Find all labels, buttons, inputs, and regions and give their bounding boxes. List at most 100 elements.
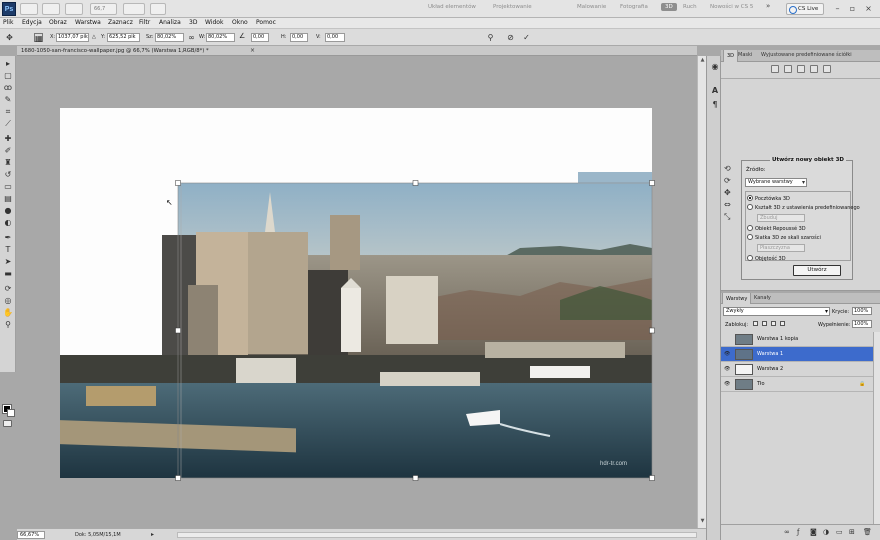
layer-row[interactable]: Warstwa 1 kopia — [721, 332, 873, 347]
layer-visibility-eye-icon[interactable]: 👁 — [724, 366, 730, 372]
radio-grayscale-mesh[interactable]: Siatka 3D ze skali szarości — [747, 234, 821, 241]
eraser-tool-icon[interactable]: ▭ — [3, 182, 13, 192]
3d-camera-icon[interactable] — [823, 65, 831, 73]
workspace-2[interactable]: Malowanie — [577, 4, 606, 10]
more-workspaces-button[interactable]: » — [766, 2, 770, 10]
tab-channels[interactable]: Kanały — [754, 295, 771, 301]
cancel-transform-icon[interactable]: ⊘ — [506, 33, 515, 42]
lock-position-icon[interactable] — [771, 321, 776, 326]
horizontal-skew-field[interactable]: 0,00 — [290, 33, 308, 42]
layer-visibility-eye-icon[interactable]: 👁 — [724, 351, 730, 357]
menu-5[interactable]: Filtr — [139, 19, 150, 26]
layer-row[interactable]: 👁 Warstwa 1 — [721, 347, 873, 362]
cs-live-button[interactable]: CS Live — [786, 3, 824, 15]
tab-presets[interactable]: Wyjustowane predefiniowane ściółki — [761, 52, 852, 58]
radio-volume[interactable]: Objętość 3D — [747, 255, 786, 262]
arrange-documents-button[interactable] — [123, 3, 145, 15]
tab-layers[interactable]: Warstwy — [722, 293, 752, 304]
3d-orbit-tool-icon[interactable]: ◎ — [3, 296, 13, 306]
close-icon[interactable]: × — [864, 4, 873, 13]
scroll-down-icon[interactable]: ▼ — [699, 518, 706, 525]
background-color-swatch[interactable] — [7, 409, 15, 417]
vertical-scrollbar[interactable]: ▲ ▼ — [697, 56, 706, 528]
3d-rotate-tool-icon[interactable]: ⟳ — [3, 284, 13, 294]
lasso-tool-icon[interactable]: ꝏ — [3, 83, 13, 93]
clone-stamp-tool-icon[interactable]: ♜ — [3, 158, 13, 168]
layer-style-icon[interactable]: ƒ — [797, 528, 799, 536]
source-select[interactable]: Wybrane warstwy — [745, 178, 807, 187]
status-zoom-field[interactable]: 66,67% — [17, 531, 45, 539]
radio-repousse[interactable]: Obiekt Repoussé 3D — [747, 225, 806, 232]
x-position-field[interactable]: 1037,07 pik — [56, 33, 89, 42]
character-panel-icon[interactable]: A — [710, 86, 720, 96]
vertical-skew-field[interactable]: 0,00 — [325, 33, 345, 42]
document-tab[interactable]: 1680-1050-san-francisco-wallpaper.jpg @ … — [17, 46, 697, 56]
3d-object-roll-icon[interactable]: ⟳ — [724, 176, 736, 186]
status-menu-arrow-icon[interactable]: ▸ — [151, 531, 154, 538]
history-brush-tool-icon[interactable]: ↺ — [3, 170, 13, 180]
y-position-field[interactable]: 625,52 pik — [107, 33, 140, 42]
adjustment-layer-icon[interactable]: ◑ — [823, 528, 829, 536]
menu-7[interactable]: 3D — [189, 19, 197, 26]
shape-tool-icon[interactable]: ▬ — [3, 269, 13, 279]
blur-tool-icon[interactable]: ● — [3, 206, 13, 216]
3d-panel-icon[interactable]: ◉ — [710, 62, 720, 72]
blend-mode-select[interactable]: Zwykły — [723, 307, 830, 316]
layer-row[interactable]: 👁 Warstwa 2 — [721, 362, 873, 377]
menu-4[interactable]: Zaznacz — [108, 19, 133, 26]
3d-lights-icon[interactable] — [810, 65, 818, 73]
move-tool-preset-icon[interactable]: ✥ — [5, 33, 14, 42]
marquee-tool-icon[interactable]: ▢ — [3, 71, 13, 81]
link-icon[interactable]: ∞ — [187, 33, 196, 42]
healing-brush-tool-icon[interactable]: ✚ — [3, 134, 13, 144]
menu-10[interactable]: Pomoc — [256, 19, 276, 26]
lock-pixels-icon[interactable] — [762, 321, 767, 326]
hand-tool-icon[interactable]: ✋ — [3, 308, 13, 318]
3d-mesh-icon[interactable] — [784, 65, 792, 73]
pen-tool-icon[interactable]: ✒ — [3, 233, 13, 243]
workspace-6[interactable]: Nowości w CS 5 — [710, 4, 753, 10]
tab-3d[interactable]: 3D — [723, 50, 739, 62]
3d-scene-icon[interactable] — [771, 65, 779, 73]
tab-masks[interactable]: Maski — [738, 52, 752, 58]
screen-mode-button[interactable] — [150, 3, 166, 15]
link-layers-icon[interactable]: ∞ — [784, 528, 790, 536]
3d-object-rotate-icon[interactable]: ⟲ — [724, 164, 736, 174]
dodge-tool-icon[interactable]: ◐ — [3, 218, 13, 228]
reference-point-icon[interactable]: ▦ — [34, 33, 43, 43]
gradient-tool-icon[interactable]: ▤ — [3, 194, 13, 204]
menu-3[interactable]: Warstwa — [75, 19, 101, 26]
fill-field[interactable]: 100% — [852, 320, 872, 328]
3d-object-pan-icon[interactable]: ✥ — [724, 188, 736, 198]
lock-transparency-icon[interactable] — [753, 321, 758, 326]
view-extras-button[interactable] — [65, 3, 83, 15]
minimize-icon[interactable]: – — [833, 4, 842, 13]
type-tool-icon[interactable]: T — [3, 245, 13, 255]
menu-0[interactable]: Plik — [3, 19, 13, 26]
quick-mask-icon[interactable] — [3, 420, 12, 427]
horizontal-scrollbar[interactable] — [177, 532, 697, 538]
menu-1[interactable]: Edycja — [22, 19, 42, 26]
3d-object-scale-icon[interactable]: ⤡ — [724, 212, 736, 222]
layer-row[interactable]: 👁 Tło 🔒 — [721, 377, 873, 392]
create-button[interactable]: Utwórz — [793, 265, 841, 276]
width-scale-field[interactable]: 80,02% — [155, 33, 184, 42]
zoom-tool-icon[interactable]: ⚲ — [3, 320, 13, 330]
eyedropper-tool-icon[interactable]: ⟋ — [3, 119, 13, 129]
path-selection-tool-icon[interactable]: ➤ — [3, 257, 13, 267]
layer-mask-icon[interactable]: ◙ — [810, 528, 817, 536]
menu-8[interactable]: Widok — [205, 19, 223, 26]
layers-scrollbar[interactable] — [873, 332, 880, 524]
workspace-0[interactable]: Układ elementów — [428, 4, 476, 10]
radio-shape-preset[interactable]: Kształt 3D z ustawienia predefiniowanego — [747, 204, 860, 211]
move-tool-icon[interactable]: ▸ — [3, 59, 13, 69]
height-scale-field[interactable]: 80,02% — [206, 33, 235, 42]
menu-9[interactable]: Okno — [232, 19, 248, 26]
layer-visibility-eye-icon[interactable]: 👁 — [724, 381, 730, 387]
delete-layer-icon[interactable]: 🗑 — [863, 528, 872, 536]
brush-tool-icon[interactable]: ✐ — [3, 146, 13, 156]
radio-postcard-3d[interactable]: Pocztówka 3D — [747, 195, 790, 202]
zoom-level-menu[interactable]: 66,7 — [90, 3, 117, 15]
workspace-5[interactable]: Ruch — [683, 4, 697, 10]
rotation-field[interactable]: 0,00 — [251, 33, 269, 42]
